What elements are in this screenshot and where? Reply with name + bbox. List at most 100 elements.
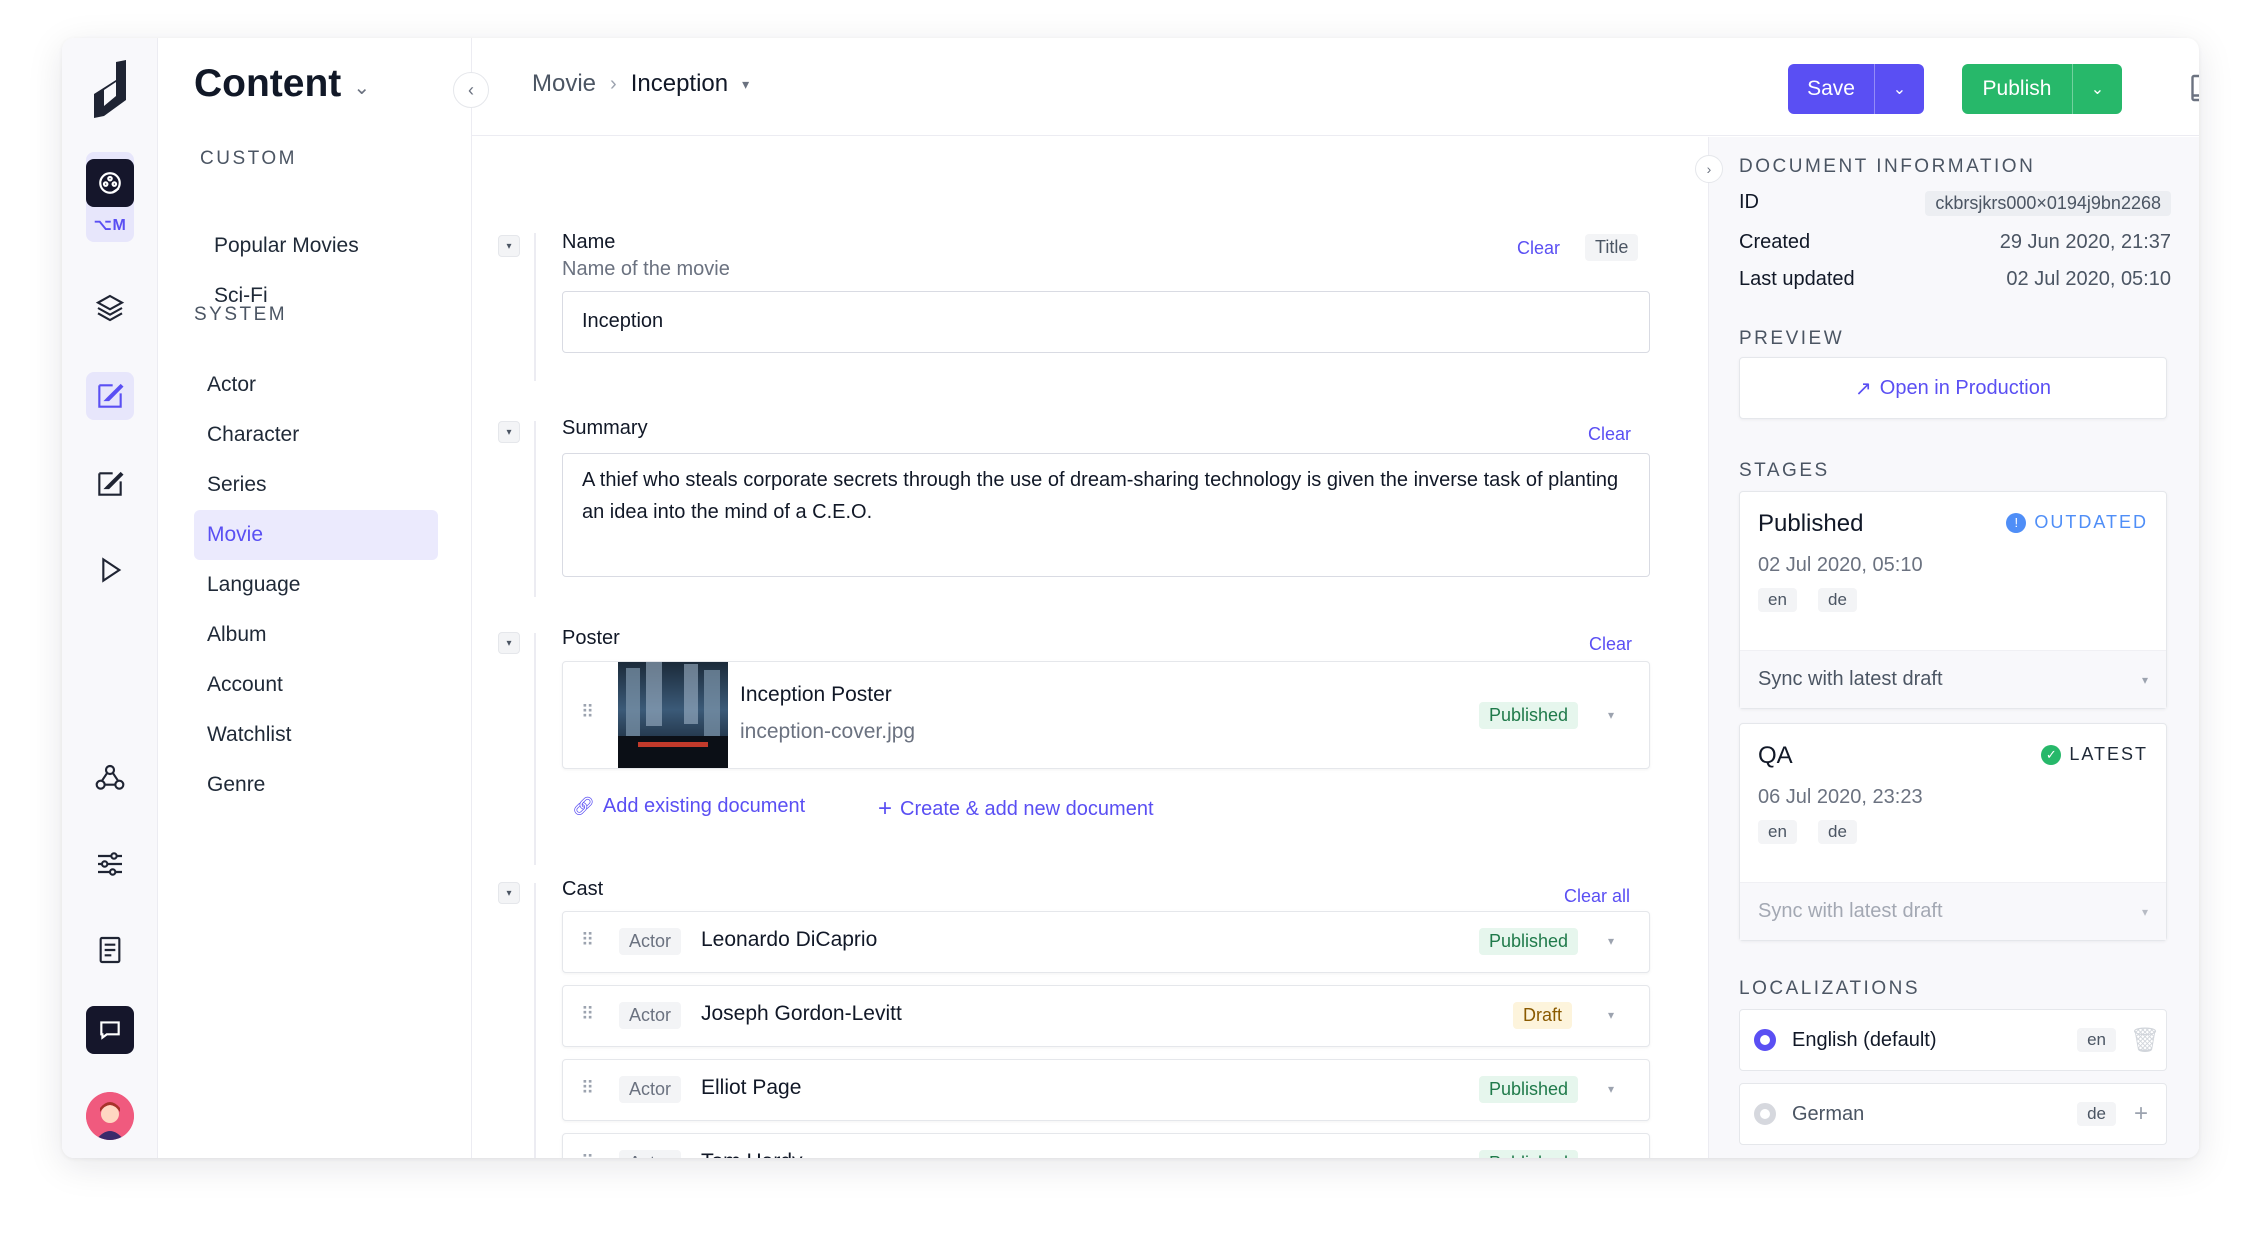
caret-down-icon: ▾ — [2141, 672, 2148, 687]
create-new-document-label: Create & add new document — [900, 797, 1154, 820]
project-shortcut-badge: ⌥M — [93, 217, 127, 234]
publish-button[interactable]: Publish — [1962, 64, 2072, 114]
sync-with-draft-select[interactable]: Sync with latest draft ▾ — [1740, 650, 2166, 708]
poster-reference-card[interactable]: ⠿ Inception Poster inception-cover.jpg P… — [562, 661, 1650, 769]
row-type-tag: Actor — [619, 1150, 682, 1158]
settings-nav-button[interactable] — [86, 840, 134, 888]
localization-row-german[interactable]: German de + — [1739, 1083, 2167, 1145]
film-reel-icon — [99, 172, 121, 194]
preview-title: PREVIEW — [1739, 328, 1845, 349]
nav-item-account[interactable]: Account — [194, 660, 438, 710]
user-avatar[interactable] — [86, 1092, 134, 1140]
caret-down-icon[interactable]: ▾ — [1608, 1008, 1614, 1022]
localization-row-english[interactable]: English (default) en 🗑︎ — [1739, 1009, 2167, 1071]
summary-clear-button[interactable]: Clear — [1588, 424, 1631, 445]
name-clear-button[interactable]: Clear — [1517, 238, 1560, 259]
caret-down-icon[interactable]: ▾ — [1608, 1156, 1614, 1158]
breadcrumb-model[interactable]: Movie — [532, 70, 596, 98]
caret-down-icon[interactable]: ▾ — [1608, 934, 1614, 948]
nav-title[interactable]: Content ⌄ — [194, 62, 370, 106]
doc-updated-value: 02 Jul 2020, 05:10 — [2006, 268, 2171, 290]
doc-id-value[interactable]: ckbrsjkrs000×0194j9bn2268 — [1925, 191, 2171, 216]
radio-on-icon[interactable] — [1754, 1029, 1776, 1051]
stage-locale-tag: de — [1818, 820, 1857, 844]
drag-handle-icon[interactable]: ⠿ — [581, 703, 594, 721]
cast-field-label: Cast — [562, 878, 604, 900]
status-badge: Published — [1479, 1076, 1579, 1103]
poster-clear-button[interactable]: Clear — [1589, 634, 1632, 655]
stage-status-label: OUTDATED — [2034, 512, 2148, 532]
nav-item-character[interactable]: Character — [194, 410, 438, 460]
stage-status: ✓ LATEST — [2041, 744, 2148, 765]
project-tile — [86, 159, 134, 207]
poster-filename: inception-cover.jpg — [740, 720, 916, 743]
fold-name-button[interactable]: ▾ — [498, 235, 520, 257]
caret-down-icon[interactable]: ▾ — [1608, 708, 1614, 722]
field-divider — [534, 633, 536, 865]
app-window: ⌥M Content ⌄ ‹ CUSTOM Popular Movies Sci… — [62, 38, 2199, 1158]
nav-item-actor[interactable]: Actor — [194, 360, 438, 410]
stage-date: 06 Jul 2020, 23:23 — [1758, 786, 1923, 808]
table-row[interactable]: ⠿ Actor Joseph Gordon-Levitt Draft ▾ — [562, 985, 1650, 1047]
caret-down-icon: ▾ — [2141, 904, 2148, 919]
fold-cast-button[interactable]: ▾ — [498, 882, 520, 904]
brand-logo[interactable] — [86, 58, 134, 122]
edit-alt-icon — [98, 471, 124, 496]
save-options-button[interactable]: ⌄ — [1874, 64, 1924, 114]
project-switcher[interactable]: ⌥M — [86, 152, 134, 242]
chat-button[interactable] — [86, 1006, 134, 1054]
publish-options-button[interactable]: ⌄ — [2072, 64, 2122, 114]
localization-code: de — [2077, 1102, 2116, 1126]
field-divider — [534, 883, 536, 1158]
plus-icon[interactable]: + — [2130, 1100, 2152, 1128]
sync-with-draft-select[interactable]: Sync with latest draft ▾ — [1740, 882, 2166, 940]
stage-status-label: LATEST — [2069, 744, 2148, 764]
drag-handle-icon[interactable]: ⠿ — [581, 1005, 594, 1023]
stage-status: ! OUTDATED — [2006, 512, 2148, 533]
radio-off-icon[interactable] — [1754, 1103, 1776, 1125]
nav-item-language[interactable]: Language — [194, 560, 438, 610]
icon-rail: ⌥M — [62, 38, 158, 1158]
cast-clear-all-button[interactable]: Clear all — [1564, 886, 1630, 907]
check-circle-icon: ✓ — [2041, 744, 2062, 765]
chat-icon — [100, 1021, 120, 1040]
caret-down-icon[interactable]: ▾ — [1608, 1082, 1614, 1096]
webhook-icon — [95, 764, 125, 790]
collapse-nav-button[interactable]: ‹ — [453, 72, 489, 108]
nav-item-movie[interactable]: Movie — [194, 510, 438, 560]
collapse-sidepanel-button[interactable]: › — [1695, 155, 1723, 183]
nav-item-popular-movies[interactable]: Popular Movies — [194, 221, 438, 271]
trash-icon[interactable]: 🗑︎ — [2130, 1026, 2160, 1055]
docs-nav-button[interactable] — [86, 926, 134, 974]
nav-item-series[interactable]: Series — [194, 460, 438, 510]
save-button[interactable]: Save — [1788, 64, 1874, 114]
localization-name: English (default) — [1792, 1028, 1937, 1051]
table-row[interactable]: ⠿ Actor Tom Hardy Published ▾ — [562, 1133, 1650, 1158]
status-badge: Published — [1479, 702, 1579, 729]
nav-item-genre[interactable]: Genre — [194, 760, 438, 810]
table-row[interactable]: ⠿ Actor Elliot Page Published ▾ — [562, 1059, 1650, 1121]
content-nav-button[interactable] — [86, 372, 134, 420]
open-in-production-button[interactable]: ↗ Open in Production — [1739, 357, 2167, 419]
status-badge: Published — [1479, 1150, 1579, 1158]
name-input[interactable]: Inception — [562, 291, 1650, 353]
caret-down-icon[interactable]: ▾ — [742, 76, 749, 93]
fold-poster-button[interactable]: ▾ — [498, 632, 520, 654]
add-existing-document-button[interactable]: 🔗︎ Add existing document — [572, 795, 805, 818]
stage-card-published: Published ! OUTDATED 02 Jul 2020, 05:10 … — [1739, 491, 2167, 709]
create-new-document-button[interactable]: + Create & add new document — [878, 795, 1154, 823]
nav-item-album[interactable]: Album — [194, 610, 438, 660]
schema-nav-button[interactable] — [86, 284, 134, 332]
fold-summary-button[interactable]: ▾ — [498, 421, 520, 443]
table-row[interactable]: ⠿ Actor Leonardo DiCaprio Published ▾ — [562, 911, 1650, 973]
field-divider — [534, 233, 536, 381]
webhooks-nav-button[interactable] — [86, 754, 134, 802]
nav-item-watchlist[interactable]: Watchlist — [194, 710, 438, 760]
caret-down-icon: ▾ — [506, 426, 512, 438]
drag-handle-icon[interactable]: ⠿ — [581, 931, 594, 949]
summary-textarea[interactable]: A thief who steals corporate secrets thr… — [562, 453, 1650, 577]
drag-handle-icon[interactable]: ⠿ — [581, 1079, 594, 1097]
content-alt-nav-button[interactable] — [86, 460, 134, 508]
toggle-panel-button[interactable] — [2188, 70, 2199, 106]
playground-nav-button[interactable] — [86, 546, 134, 594]
